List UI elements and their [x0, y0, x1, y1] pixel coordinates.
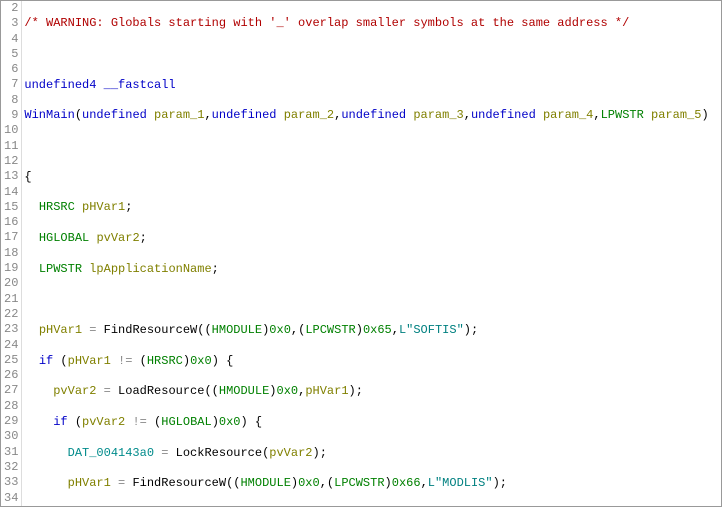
line-number: 15 [4, 200, 18, 215]
line-number: 28 [4, 399, 18, 414]
line-number: 30 [4, 429, 18, 444]
code-line: /* WARNING: Globals starting with '_' ov… [24, 16, 708, 31]
line-number: 24 [4, 338, 18, 353]
code-line: pHVar1 = FindResourceW((HMODULE)0x0,(LPC… [24, 476, 708, 491]
line-number: 3 [4, 16, 18, 31]
line-number-gutter: 2 3 4 5 6 7 8 9 10 11 12 13 14 15 16 17 … [1, 1, 22, 506]
line-number: 8 [4, 93, 18, 108]
line-number: 26 [4, 368, 18, 383]
code-line: pvVar2 = LoadResource((HMODULE)0x0,pHVar… [24, 384, 708, 399]
line-number: 6 [4, 62, 18, 77]
line-number: 21 [4, 292, 18, 307]
code-line: if (pvVar2 != (HGLOBAL)0x0) { [24, 415, 708, 430]
line-number: 12 [4, 154, 18, 169]
line-number: 29 [4, 414, 18, 429]
line-number: 34 [4, 491, 18, 506]
code-line: LPWSTR lpApplicationName; [24, 262, 708, 277]
code-line: HGLOBAL pvVar2; [24, 231, 708, 246]
code-line: DAT_004143a0 = LockResource(pvVar2); [24, 446, 708, 461]
line-number: 27 [4, 383, 18, 398]
line-number: 10 [4, 123, 18, 138]
line-number: 14 [4, 185, 18, 200]
code-line: if (pHVar1 != (HRSRC)0x0) { [24, 354, 708, 369]
line-number: 22 [4, 307, 18, 322]
line-number: 23 [4, 322, 18, 337]
line-number: 7 [4, 77, 18, 92]
code-line: WinMain(undefined param_1,undefined para… [24, 108, 708, 123]
code-viewer: 2 3 4 5 6 7 8 9 10 11 12 13 14 15 16 17 … [0, 0, 722, 507]
code-line: HRSRC pHVar1; [24, 200, 708, 215]
line-number: 18 [4, 246, 18, 261]
line-number: 20 [4, 276, 18, 291]
line-number: 19 [4, 261, 18, 276]
code-line [24, 47, 708, 62]
line-number: 31 [4, 445, 18, 460]
code-line [24, 292, 708, 307]
line-number: 9 [4, 108, 18, 123]
code-content[interactable]: /* WARNING: Globals starting with '_' ov… [22, 1, 708, 506]
line-number: 4 [4, 32, 18, 47]
code-line: { [24, 170, 708, 185]
line-number: 32 [4, 460, 18, 475]
code-line: pHVar1 = FindResourceW((HMODULE)0x0,(LPC… [24, 323, 708, 338]
code-line: undefined4 __fastcall [24, 78, 708, 93]
comment: /* WARNING: Globals starting with '_' ov… [24, 16, 629, 30]
line-number: 2 [4, 1, 18, 16]
line-number: 5 [4, 47, 18, 62]
line-number: 16 [4, 215, 18, 230]
line-number: 11 [4, 139, 18, 154]
line-number: 13 [4, 169, 18, 184]
line-number: 25 [4, 353, 18, 368]
function-name: WinMain [24, 108, 74, 122]
keyword: undefined4 __fastcall [24, 78, 175, 92]
line-number: 17 [4, 230, 18, 245]
line-number: 33 [4, 475, 18, 490]
code-line [24, 139, 708, 154]
